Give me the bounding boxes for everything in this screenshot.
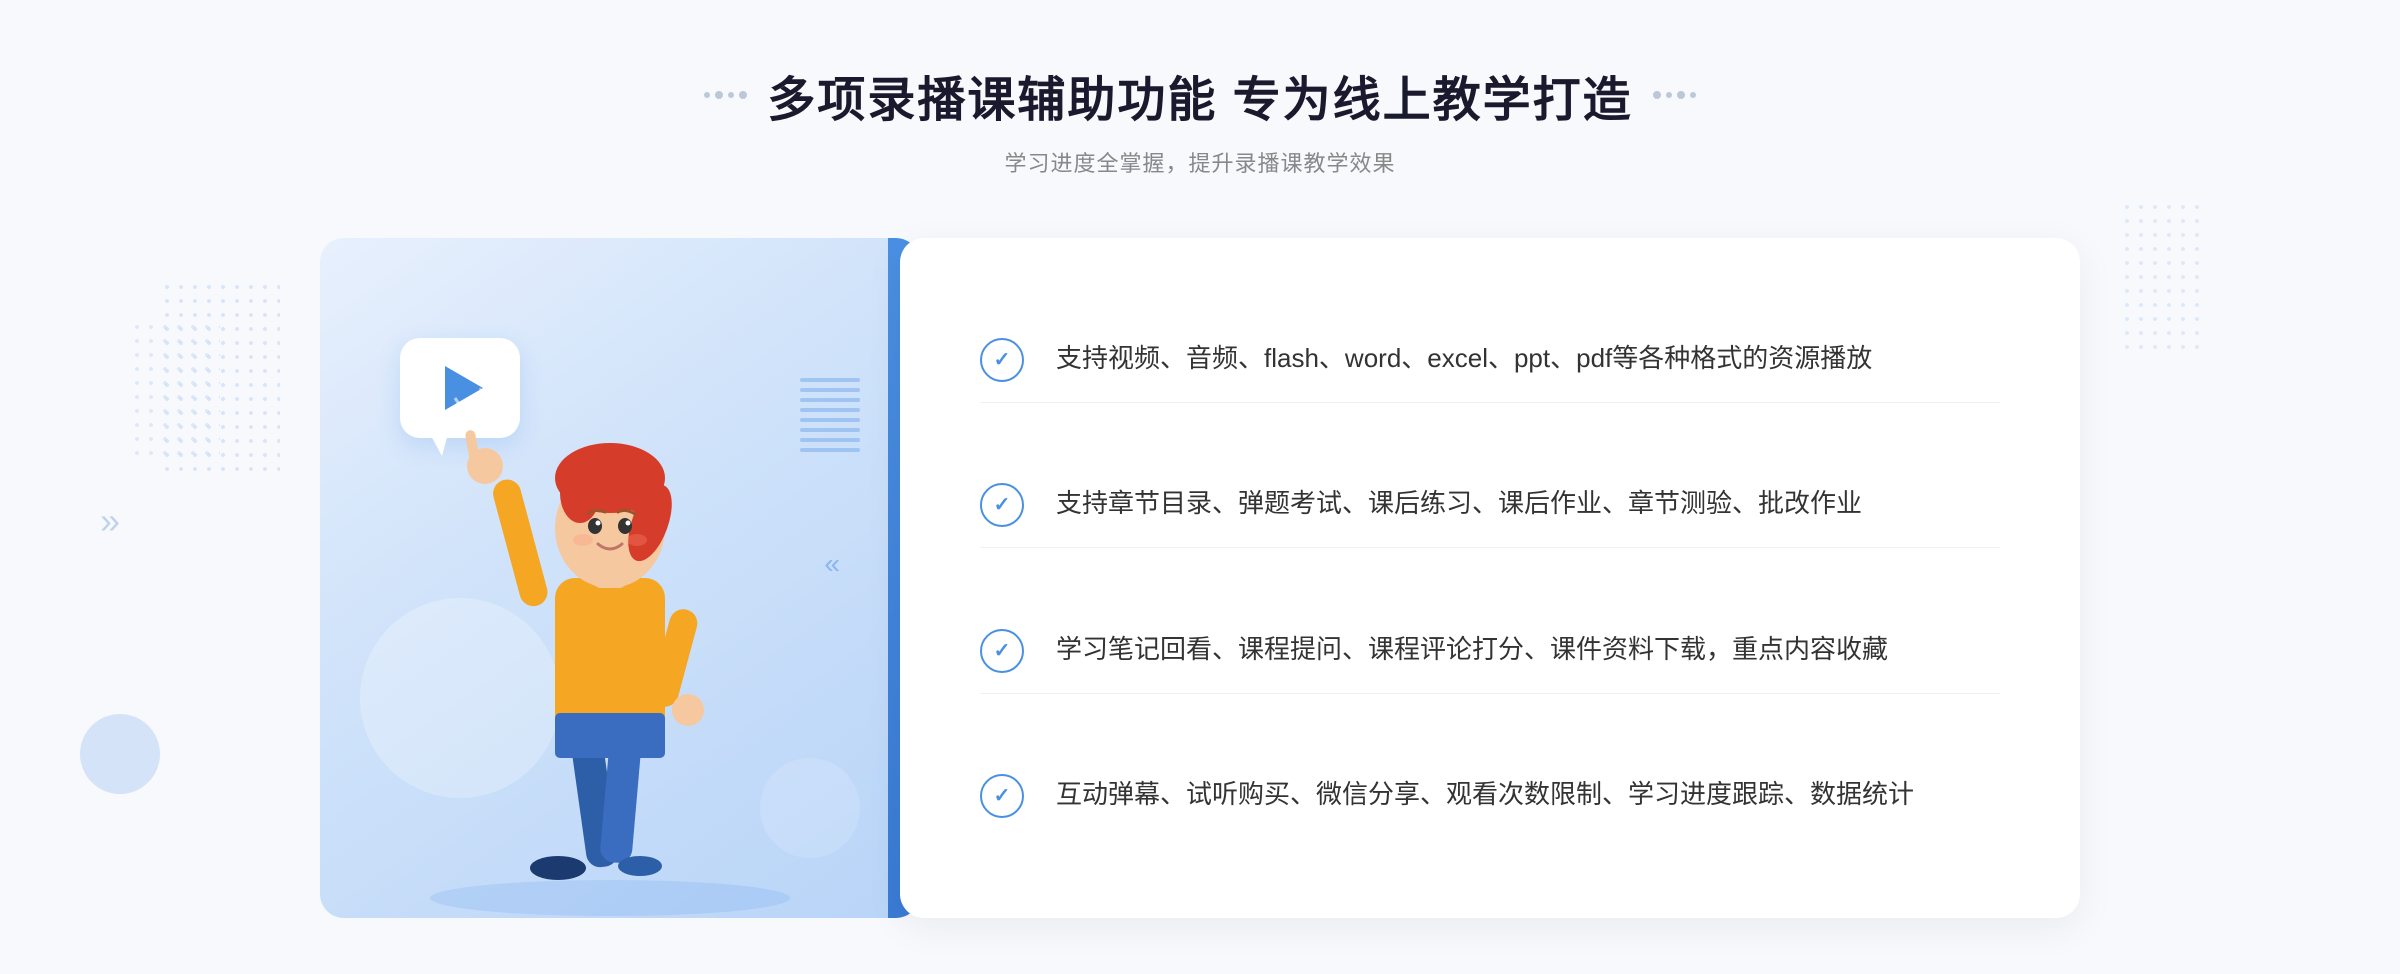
check-mark-1: ✓ bbox=[994, 350, 1011, 370]
header-title-container: 多项录播课辅助功能 专为线上教学打造 bbox=[704, 60, 1695, 130]
chevron-left-icon: » bbox=[100, 500, 120, 542]
feature-item-1: ✓ 支持视频、音频、flash、word、excel、ppt、pdf等各种格式的资… bbox=[980, 318, 2000, 403]
page-subtitle: 学习进度全掌握，提升录播课教学效果 bbox=[704, 146, 1695, 178]
circle-decoration-left bbox=[80, 714, 160, 794]
illustration-card: « bbox=[320, 238, 920, 918]
check-mark-3: ✓ bbox=[994, 641, 1011, 661]
check-circle-icon-3: ✓ bbox=[980, 629, 1024, 673]
feature-text-3: 学习笔记回看、课程提问、课程评论打分、课件资料下载，重点内容收藏 bbox=[1056, 629, 2000, 671]
page-wrapper: » 多项录播课辅助功能 专为线上教学打造 学习进度全掌握，提升录播课教学效果 bbox=[0, 0, 2400, 974]
figure-illustration bbox=[340, 358, 880, 918]
page-title: 多项录播课辅助功能 专为线上教学打造 bbox=[767, 60, 1632, 130]
dot-3 bbox=[728, 92, 734, 98]
dots-decoration-right bbox=[2120, 200, 2200, 350]
feature-item-3: ✓ 学习笔记回看、课程提问、课程评论打分、课件资料下载，重点内容收藏 bbox=[980, 609, 2000, 694]
feature-item-4: ✓ 互动弹幕、试听购买、微信分享、观看次数限制、学习进度跟踪、数据统计 bbox=[980, 754, 2000, 838]
feature-item-2: ✓ 支持章节目录、弹题考试、课后练习、课后作业、章节测验、批改作业 bbox=[980, 463, 2000, 548]
features-list: ✓ 支持视频、音频、flash、word、excel、ppt、pdf等各种格式的资… bbox=[980, 288, 2000, 868]
dot-6 bbox=[1666, 92, 1672, 98]
dot-5 bbox=[1653, 91, 1661, 99]
check-circle-icon-2: ✓ bbox=[980, 483, 1024, 527]
check-mark-2: ✓ bbox=[994, 495, 1011, 515]
title-dots-right bbox=[1653, 91, 1696, 99]
feature-text-4: 互动弹幕、试听购买、微信分享、观看次数限制、学习进度跟踪、数据统计 bbox=[1056, 774, 2000, 816]
dot-1 bbox=[704, 92, 710, 98]
main-content: « bbox=[320, 228, 2080, 928]
title-dots-left bbox=[704, 91, 747, 99]
check-circle-icon-4: ✓ bbox=[980, 774, 1024, 818]
page-header: 多项录播课辅助功能 专为线上教学打造 学习进度全掌握，提升录播课教学效果 bbox=[704, 60, 1695, 178]
check-circle-icon-1: ✓ bbox=[980, 338, 1024, 382]
features-card: ✓ 支持视频、音频、flash、word、excel、ppt、pdf等各种格式的资… bbox=[900, 238, 2080, 918]
check-mark-4: ✓ bbox=[994, 786, 1011, 806]
dot-4 bbox=[739, 91, 747, 99]
dot-8 bbox=[1690, 92, 1696, 98]
feature-text-2: 支持章节目录、弹题考试、课后练习、课后作业、章节测验、批改作业 bbox=[1056, 483, 2000, 525]
feature-text-1: 支持视频、音频、flash、word、excel、ppt、pdf等各种格式的资源… bbox=[1056, 338, 2000, 380]
dot-2 bbox=[715, 91, 723, 99]
dots-decoration-near-chevron bbox=[130, 320, 220, 460]
dot-7 bbox=[1677, 91, 1685, 99]
